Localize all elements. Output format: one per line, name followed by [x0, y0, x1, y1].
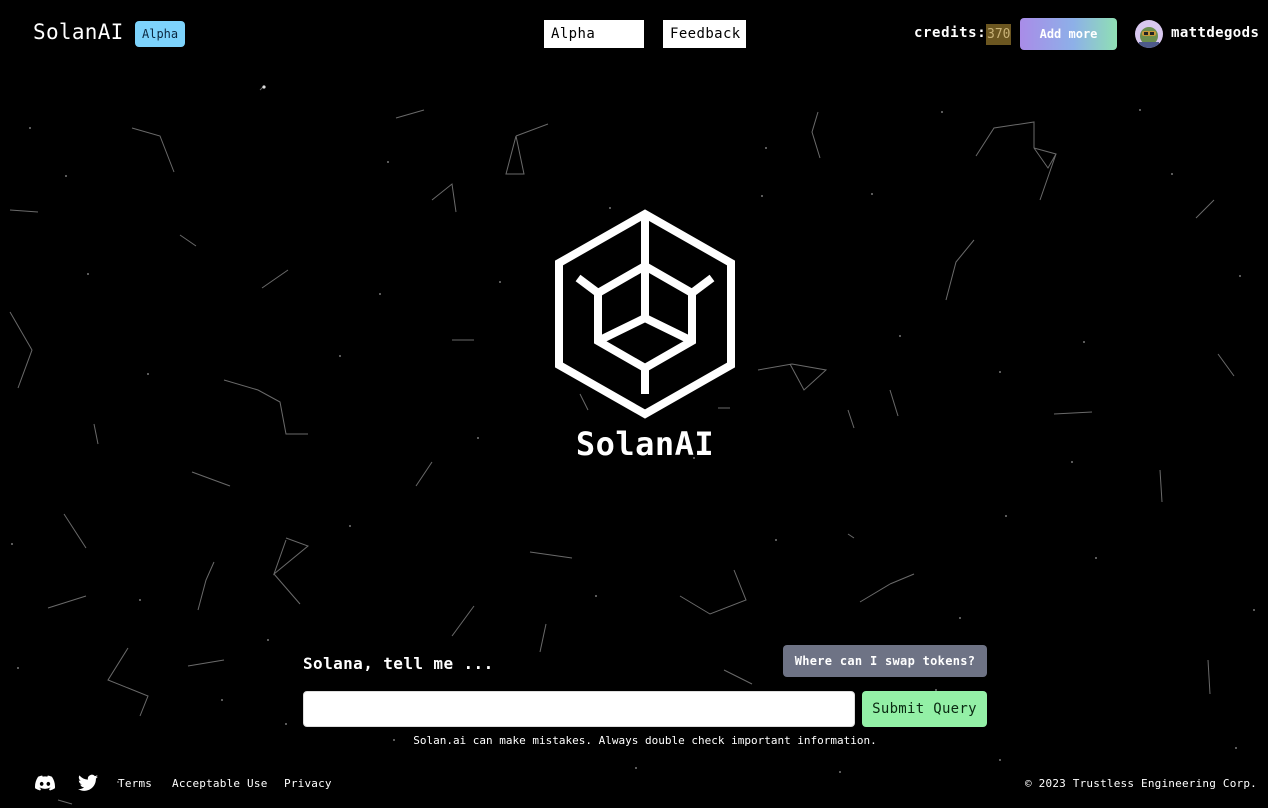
brand-name[interactable]: SolanAI [33, 20, 124, 44]
feedback-button[interactable]: Feedback [662, 19, 747, 49]
credits-value: 370 [986, 24, 1012, 45]
suggestion-chip[interactable]: Where can I swap tokens? [783, 645, 987, 677]
hero-title: SolanAI [575, 425, 715, 463]
query-input[interactable] [303, 691, 855, 727]
credits-label: credits: [914, 25, 987, 41]
submit-query-button[interactable]: Submit Query [862, 691, 987, 727]
copyright-text: © 2023 Trustless Engineering Corp. [1025, 777, 1257, 790]
top-bar: SolanAI Alpha Alpha Info Feedback credit… [0, 0, 1268, 70]
query-prompt-label: Solana, tell me ... [303, 654, 494, 673]
alpha-badge: Alpha [135, 21, 186, 47]
acceptable-use-link[interactable]: Acceptable Use [172, 777, 268, 790]
add-more-credits-button[interactable]: Add more [1020, 18, 1117, 50]
terms-link[interactable]: Terms [118, 777, 152, 790]
twitter-icon[interactable] [78, 774, 98, 792]
username[interactable]: mattdegods [1171, 25, 1259, 41]
alpha-info-button[interactable]: Alpha Info [543, 19, 645, 70]
discord-icon[interactable] [35, 774, 55, 792]
solanai-logo-icon [555, 209, 735, 419]
privacy-link[interactable]: Privacy [284, 777, 332, 790]
disclaimer-text: Solan.ai can make mistakes. Always doubl… [413, 734, 877, 747]
user-avatar[interactable] [1135, 20, 1163, 48]
